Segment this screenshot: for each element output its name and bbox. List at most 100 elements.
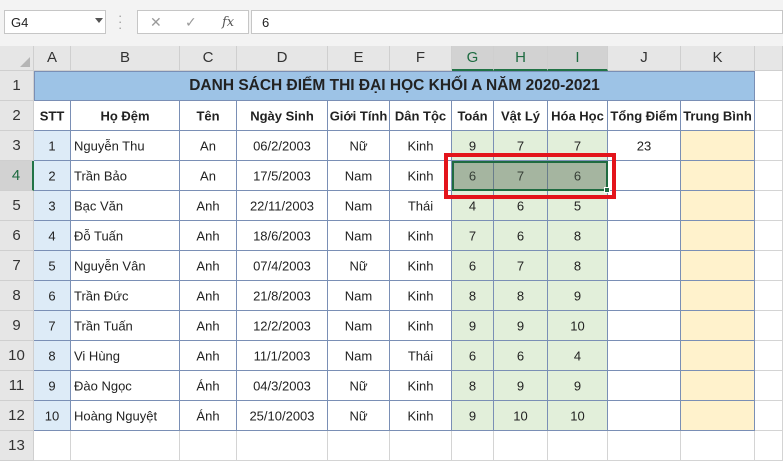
cell-h8[interactable]: 8 [494, 281, 548, 311]
column-header-h[interactable]: H [494, 46, 548, 71]
select-all-icon[interactable] [20, 57, 30, 67]
cell-b4[interactable]: Trần Bảo [71, 161, 180, 191]
cell-a7[interactable]: 5 [34, 251, 71, 281]
cell-k13[interactable] [681, 431, 755, 461]
cell-e9[interactable]: Nam [328, 311, 390, 341]
cell-c2[interactable]: Tên [180, 101, 237, 131]
cell-g8[interactable]: 8 [452, 281, 494, 311]
row-header-9[interactable]: 9 [0, 311, 34, 341]
cell-g12[interactable]: 9 [452, 401, 494, 431]
cell-j2[interactable]: Tổng Điểm [608, 101, 681, 131]
cell-d3[interactable]: 06/2/2003 [237, 131, 328, 161]
column-header-f[interactable]: F [390, 46, 452, 71]
cell-filler[interactable] [755, 371, 783, 401]
cell-b6[interactable]: Đỗ Tuấn [71, 221, 180, 251]
row-header-2[interactable]: 2 [0, 101, 34, 131]
cell-filler[interactable] [755, 401, 783, 431]
cell-f12[interactable]: Kinh [390, 401, 452, 431]
cell-c9[interactable]: Anh [180, 311, 237, 341]
cell-a13[interactable] [34, 431, 71, 461]
cell-b9[interactable]: Trần Tuấn [71, 311, 180, 341]
cell-c12[interactable]: Ánh [180, 401, 237, 431]
cell-e8[interactable]: Nam [328, 281, 390, 311]
cell-i7[interactable]: 8 [548, 251, 608, 281]
cell-e12[interactable]: Nữ [328, 401, 390, 431]
row-header-12[interactable]: 12 [0, 401, 34, 431]
cell-filler[interactable] [755, 71, 783, 101]
cell-j8[interactable] [608, 281, 681, 311]
column-header-k[interactable]: K [681, 46, 755, 71]
cell-g9[interactable]: 9 [452, 311, 494, 341]
cell-filler[interactable] [755, 161, 783, 191]
cell-h9[interactable]: 9 [494, 311, 548, 341]
cell-f13[interactable] [390, 431, 452, 461]
cell-g11[interactable]: 8 [452, 371, 494, 401]
cell-j12[interactable] [608, 401, 681, 431]
cell-d11[interactable]: 04/3/2003 [237, 371, 328, 401]
cell-k3[interactable] [681, 131, 755, 161]
cell-e11[interactable]: Nữ [328, 371, 390, 401]
cell-h12[interactable]: 10 [494, 401, 548, 431]
cell-g2[interactable]: Toán [452, 101, 494, 131]
cell-k8[interactable] [681, 281, 755, 311]
column-header-d[interactable]: D [237, 46, 328, 71]
cell-a5[interactable]: 3 [34, 191, 71, 221]
cell-k10[interactable] [681, 341, 755, 371]
cell-k9[interactable] [681, 311, 755, 341]
cell-filler[interactable] [755, 341, 783, 371]
cell-b12[interactable]: Hoàng Nguyệt [71, 401, 180, 431]
cell-j4[interactable] [608, 161, 681, 191]
cell-g6[interactable]: 7 [452, 221, 494, 251]
cell-b2[interactable]: Họ Đệm [71, 101, 180, 131]
cell-a2[interactable]: STT [34, 101, 71, 131]
cell-filler[interactable] [755, 251, 783, 281]
cell-h6[interactable]: 6 [494, 221, 548, 251]
cell-k4[interactable] [681, 161, 755, 191]
cell-i9[interactable]: 10 [548, 311, 608, 341]
cell-filler[interactable] [755, 131, 783, 161]
cell-d7[interactable]: 07/4/2003 [237, 251, 328, 281]
cell-g13[interactable] [452, 431, 494, 461]
cell-i2[interactable]: Hóa Học [548, 101, 608, 131]
cell-c11[interactable]: Ánh [180, 371, 237, 401]
cell-a9[interactable]: 7 [34, 311, 71, 341]
column-header-a[interactable]: A [34, 46, 71, 71]
cell-d6[interactable]: 18/6/2003 [237, 221, 328, 251]
row-header-5[interactable]: 5 [0, 191, 34, 221]
cell-b8[interactable]: Trần Đức [71, 281, 180, 311]
cell-c4[interactable]: An [180, 161, 237, 191]
cell-d5[interactable]: 22/11/2003 [237, 191, 328, 221]
cell-filler[interactable] [755, 431, 783, 461]
cell-i11[interactable]: 9 [548, 371, 608, 401]
row-header-10[interactable]: 10 [0, 341, 34, 371]
cell-d8[interactable]: 21/8/2003 [237, 281, 328, 311]
row-header-4[interactable]: 4 [0, 161, 34, 191]
cell-a11[interactable]: 9 [34, 371, 71, 401]
cell-b7[interactable]: Nguyễn Vân [71, 251, 180, 281]
cell-d10[interactable]: 11/1/2003 [237, 341, 328, 371]
column-header-i[interactable]: I [548, 46, 608, 71]
cell-b10[interactable]: Vi Hùng [71, 341, 180, 371]
cell-f8[interactable]: Kinh [390, 281, 452, 311]
cell-k12[interactable] [681, 401, 755, 431]
cell-e13[interactable] [328, 431, 390, 461]
cell-c6[interactable]: Anh [180, 221, 237, 251]
cell-e5[interactable]: Nam [328, 191, 390, 221]
cell-d13[interactable] [237, 431, 328, 461]
cell-e4[interactable]: Nam [328, 161, 390, 191]
cell-f9[interactable]: Kinh [390, 311, 452, 341]
cell-a4[interactable]: 2 [34, 161, 71, 191]
cell-j11[interactable] [608, 371, 681, 401]
row-header-7[interactable]: 7 [0, 251, 34, 281]
cell-i12[interactable]: 10 [548, 401, 608, 431]
column-header-c[interactable]: C [180, 46, 237, 71]
spreadsheet-grid[interactable]: A B C D E F G H I J K 1 2 3 4 5 6 7 8 9 10 11 12 13 DANH SÁCH ĐI… [0, 0, 783, 462]
cell-h7[interactable]: 7 [494, 251, 548, 281]
cell-f10[interactable]: Thái [390, 341, 452, 371]
cell-a8[interactable]: 6 [34, 281, 71, 311]
cell-c13[interactable] [180, 431, 237, 461]
cell-f2[interactable]: Dân Tộc [390, 101, 452, 131]
column-header-j[interactable]: J [608, 46, 681, 71]
cell-j6[interactable] [608, 221, 681, 251]
row-header-11[interactable]: 11 [0, 371, 34, 401]
